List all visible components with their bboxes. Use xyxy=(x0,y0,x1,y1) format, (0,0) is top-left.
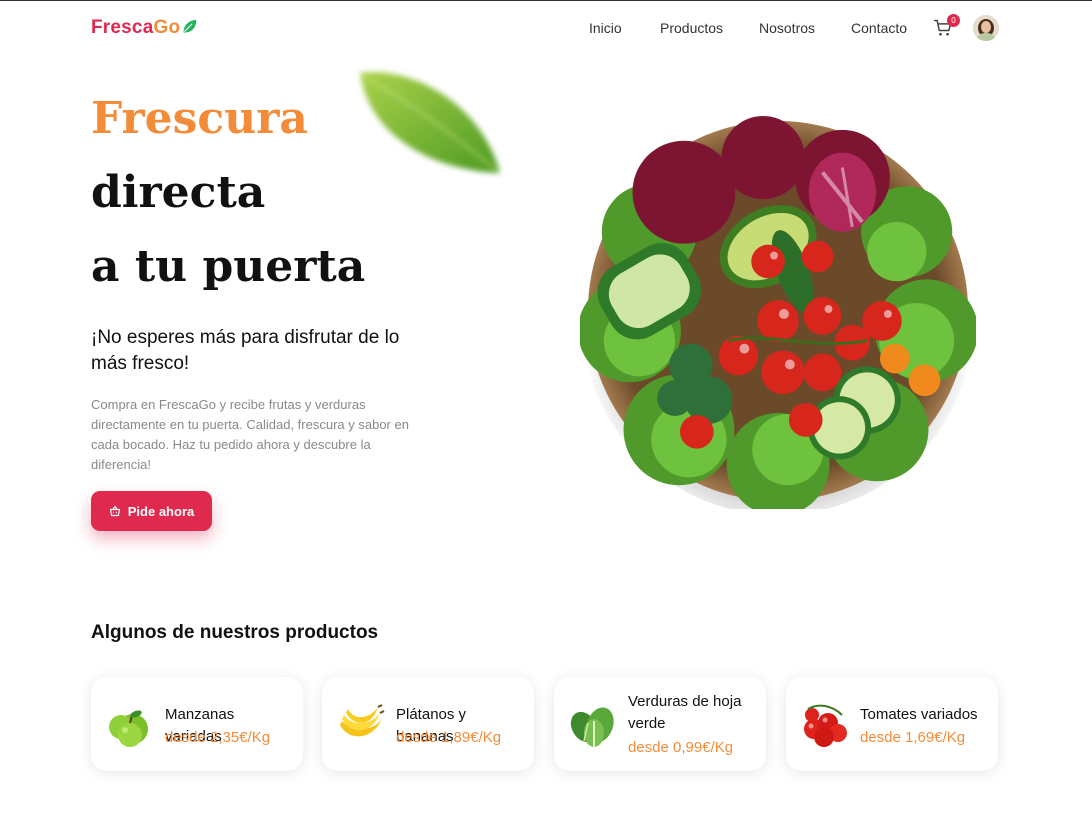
order-now-label: Pide ahora xyxy=(127,503,195,519)
avatar[interactable] xyxy=(973,15,999,41)
nav-link-contacto[interactable]: Contacto xyxy=(851,20,907,36)
products-section-title: Algunos de nuestros productos xyxy=(91,622,379,643)
hero-description: Compra en FrescaGo y recibe frutas y ver… xyxy=(91,397,409,472)
hero-title-line3: a tu puerta xyxy=(91,241,366,292)
product-price: desde 0,99€/Kg xyxy=(628,739,734,756)
product-name: Tomates variados xyxy=(860,706,978,723)
cart-count-badge: 0 xyxy=(947,14,960,27)
product-card-leafy-greens[interactable]: Verduras de hoja verde desde 0,99€/Kg xyxy=(554,677,766,771)
brand-logo[interactable]: FrescaGo xyxy=(91,17,180,39)
nav-link-nosotros[interactable]: Nosotros xyxy=(759,20,815,36)
tomato-icon xyxy=(804,704,847,747)
salad-bowl-image xyxy=(580,115,976,509)
decorative-leaf xyxy=(360,72,500,173)
leaf-icon xyxy=(183,19,197,33)
top-nav: FrescaGo Inicio Productos Nosotros Conta… xyxy=(0,1,1092,57)
hero-title-line2: directa xyxy=(91,167,266,218)
product-card-tomatoes[interactable]: Tomates variados desde 1,69€/Kg xyxy=(786,677,998,771)
product-name: Verduras de hoja verde xyxy=(628,693,742,732)
apple-icon xyxy=(109,710,148,747)
basket-icon xyxy=(109,505,120,517)
nav-link-productos[interactable]: Productos xyxy=(660,20,723,36)
hero-subtitle: ¡No esperes más para disfrutar de lo más… xyxy=(91,327,400,374)
order-now-button[interactable]: Pide ahora xyxy=(91,491,212,531)
banana-icon xyxy=(340,704,385,737)
product-card-bananas[interactable]: Plátanos y bananas desde 1,89€/Kg xyxy=(322,677,534,771)
product-price: desde 1,89€/Kg xyxy=(396,729,502,746)
product-price: desde 1,69€/Kg xyxy=(860,729,966,746)
leafy-greens-icon xyxy=(570,707,614,747)
product-card-apples[interactable]: Manzanas variadas desde 2,35€/Kg xyxy=(91,677,303,771)
product-price: desde 2,35€/Kg xyxy=(165,729,271,746)
hero-title-line1: Frescura xyxy=(91,93,308,144)
nav-link-inicio[interactable]: Inicio xyxy=(589,20,622,36)
brand-name-part2: Go xyxy=(153,17,181,38)
brand-name-part1: Fresca xyxy=(91,17,154,38)
